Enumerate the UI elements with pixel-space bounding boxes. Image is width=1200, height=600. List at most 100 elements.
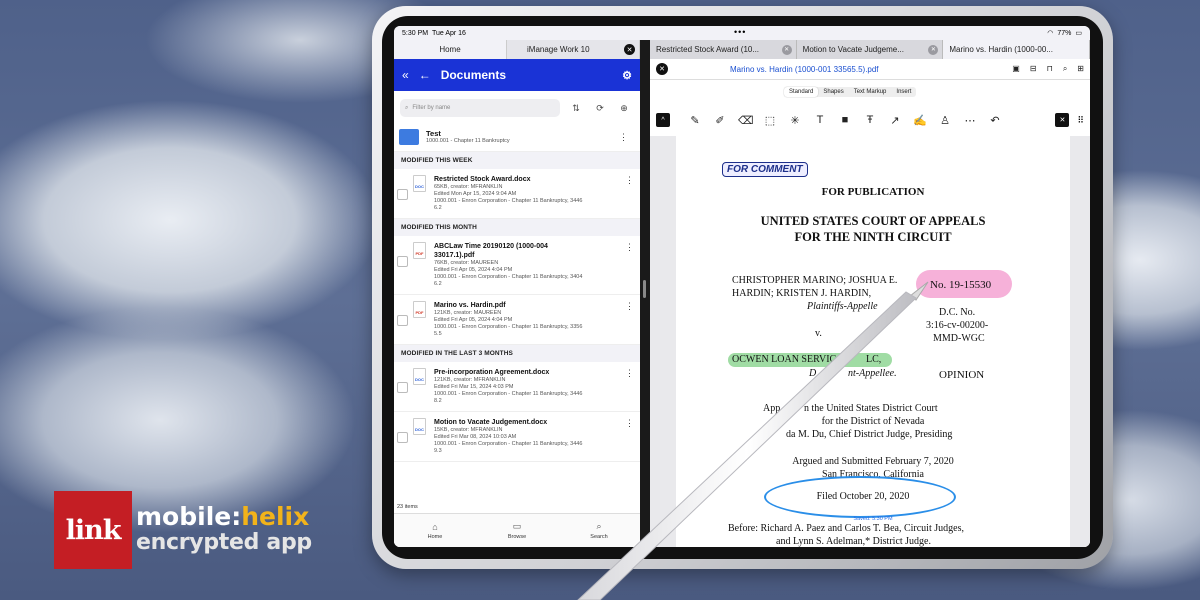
status-bar: 5:30 PM Tue Apr 16 ••• ◠ 77% ▭ — [394, 26, 1090, 40]
more-icon[interactable]: ⋮ — [625, 418, 640, 455]
drag-handle[interactable] — [643, 280, 646, 298]
more-icon[interactable]: ⋮ — [625, 242, 640, 288]
nav-home[interactable]: ⌂ Home — [394, 514, 476, 547]
home-icon: ⌂ — [432, 521, 438, 532]
search-input[interactable]: ⌕ Filter by name — [400, 99, 560, 117]
close-icon[interactable]: ✕ — [624, 44, 635, 55]
logo-mobile: mobile — [136, 502, 232, 531]
checkbox[interactable] — [397, 315, 408, 326]
search-row: ⌕ Filter by name ⇅ ⟳ ⊕ — [394, 91, 640, 121]
document-title: Marino vs. Hardin (1000-001 33565.5).pdf — [730, 64, 879, 74]
highlighter-icon[interactable]: ✐ — [713, 114, 727, 127]
tab-imanage[interactable]: iManage Work 10 ✕ — [507, 40, 640, 59]
tab-motion-to-vacate[interactable]: Motion to Vacate Judgeme... ✕ — [797, 40, 944, 59]
judges-line2: and Lynn S. Adelman,* District Judge. — [776, 536, 931, 547]
list-item[interactable]: PDF Marino vs. Hardin.pdf 121KB, creator… — [394, 295, 640, 345]
file-meta: Edited Fri Mar 08, 2024 10:03 AM — [434, 434, 517, 440]
drag-handle-icon[interactable]: ⠿ — [1077, 115, 1084, 126]
list-item[interactable]: PDF ABCLaw Time 20190120 (1000-004 33017… — [394, 236, 640, 295]
collapse-toolbar-icon[interactable]: ^ — [656, 113, 670, 127]
checkbox[interactable] — [397, 256, 408, 267]
list-item[interactable]: DOC Pre-incorporation Agreement.docx 121… — [394, 362, 640, 412]
more-icon[interactable]: ⋮ — [625, 301, 640, 338]
magic-wand-icon[interactable]: ✳ — [788, 114, 802, 127]
search-icon[interactable]: ⌕ — [1063, 64, 1067, 74]
signature-icon[interactable]: ✍ — [913, 114, 927, 127]
list-item[interactable]: DOC Motion to Vacate Judgement.docx 15KB… — [394, 412, 640, 462]
more-icon[interactable]: ⋯ — [963, 114, 977, 127]
close-toolbar-icon[interactable]: ✕ — [1055, 113, 1070, 127]
multitasking-dots-icon[interactable]: ••• — [734, 27, 746, 37]
pen-icon[interactable]: ✎ — [688, 114, 702, 127]
text-box-icon[interactable]: ■ — [838, 114, 852, 127]
checkbox[interactable] — [397, 432, 408, 443]
tab-marino-vs-hardin[interactable]: Marino vs. Hardin (1000-00... — [943, 40, 1090, 59]
list-item[interactable]: DOC Restricted Stock Award.docx 65KB, cr… — [394, 169, 640, 219]
tab-standard[interactable]: Standard — [784, 87, 819, 97]
folder-sub: 1000.001 - Chapter 11 Bankruptcy — [426, 138, 510, 144]
collapse-sidebar-icon[interactable]: « — [402, 68, 409, 82]
strikeout-icon[interactable]: Ŧ — [863, 114, 877, 127]
pdf-page[interactable]: FOR COMMENT FOR PUBLICATION UNITED STATE… — [676, 136, 1070, 547]
add-icon[interactable]: ⊕ — [616, 103, 632, 114]
plaintiffs-line2: HARDIN; KRISTEN J. HARDIN, — [732, 288, 872, 299]
nav-label: Home — [427, 533, 443, 540]
checkbox[interactable] — [397, 382, 408, 393]
tab-text-markup[interactable]: Text Markup — [849, 87, 892, 97]
file-meta: 1000.001 - Enron Corporation - Chapter 1… — [434, 274, 583, 280]
logo-line1: mobile:helix — [136, 502, 310, 531]
arrow-icon[interactable]: ↗ — [888, 114, 902, 127]
tab-restricted-stock[interactable]: Restricted Stock Award (10... ✕ — [650, 40, 797, 59]
file-meta: Edited Fri Apr 05, 2024 4:04 PM — [434, 317, 513, 323]
file-meta: 76KB, creator: MAUREEN — [434, 260, 499, 266]
file-meta: Edited Mon Apr 15, 2024 9:04 AM — [434, 191, 517, 197]
items-count: 23 items — [397, 504, 418, 510]
inbox-icon[interactable]: ⊟ — [1030, 64, 1037, 74]
close-document-icon[interactable]: ✕ — [656, 63, 668, 75]
grid-icon[interactable]: ⊞ — [1077, 64, 1084, 74]
nav-search[interactable]: ⌕ Search — [558, 514, 640, 547]
file-meta: 1000.001 - Enron Corporation - Chapter 1… — [434, 324, 583, 330]
tab-home[interactable]: Home — [394, 40, 507, 59]
refresh-icon[interactable]: ⟳ — [592, 103, 608, 114]
eraser-icon[interactable]: ⌫ — [738, 114, 754, 127]
file-name: Restricted Stock Award.docx — [434, 176, 531, 183]
split-view-divider[interactable] — [640, 40, 650, 547]
file-meta: 1000.001 - Enron Corporation - Chapter 1… — [434, 198, 583, 204]
folder-item[interactable]: Test 1000.001 - Chapter 11 Bankruptcy ⋮ — [394, 121, 640, 152]
close-icon[interactable]: ✕ — [928, 44, 939, 55]
right-tab-bar: Restricted Stock Award (10... ✕ Motion to… — [650, 40, 1090, 59]
more-icon[interactable]: ⋮ — [625, 368, 640, 405]
lasso-icon[interactable]: ⬚ — [763, 114, 777, 127]
nav-browse[interactable]: ▭ Browse — [476, 514, 558, 547]
file-name: Pre-incorporation Agreement.docx — [434, 369, 550, 376]
pages-icon[interactable]: ▣ — [1012, 64, 1020, 74]
stamp-icon[interactable]: ♙ — [938, 114, 952, 127]
file-meta: 8.2 — [434, 398, 442, 404]
bookmark-icon[interactable]: ⊓ — [1047, 64, 1053, 74]
dc-number-line2: MMD-WGC — [933, 333, 985, 344]
dc-number-label: D.C. No. — [939, 307, 976, 318]
more-icon[interactable]: ⋮ — [625, 175, 640, 212]
tab-shapes[interactable]: Shapes — [818, 87, 848, 97]
sort-icon[interactable]: ⇅ — [568, 103, 584, 114]
close-icon[interactable]: ✕ — [781, 44, 792, 55]
checkbox[interactable] — [397, 189, 408, 200]
documents-header: « ← Documents ⚙ — [394, 59, 640, 91]
section-header: MODIFIED THIS MONTH — [394, 219, 640, 236]
undo-icon[interactable]: ↶ — [988, 114, 1002, 127]
folder-icon — [399, 129, 419, 145]
gear-icon[interactable]: ⚙ — [622, 69, 632, 82]
annotation-toolbar: ^ ✎ ✐ ⌫ ⬚ ✳ T ■ Ŧ ↗ ✍ ♙ ⋯ ↶ ✕ ⠿ — [650, 106, 1090, 134]
ipad-screen: 5:30 PM Tue Apr 16 ••• ◠ 77% ▭ Home iManag… — [394, 26, 1090, 547]
appeal-line2: for the District of Nevada — [821, 416, 925, 427]
dc-number-line1: 3:16-cv-00200- — [926, 320, 989, 331]
search-placeholder: Filter by name — [412, 105, 451, 111]
wifi-icon: ◠ — [1047, 30, 1054, 37]
tab-insert[interactable]: Insert — [891, 87, 916, 97]
text-icon[interactable]: T — [813, 114, 827, 127]
back-arrow-icon[interactable]: ← — [419, 68, 431, 82]
doc-file-icon: DOC — [413, 418, 426, 435]
more-icon[interactable]: ⋮ — [619, 132, 634, 143]
defendant-line2: D — [809, 368, 817, 379]
